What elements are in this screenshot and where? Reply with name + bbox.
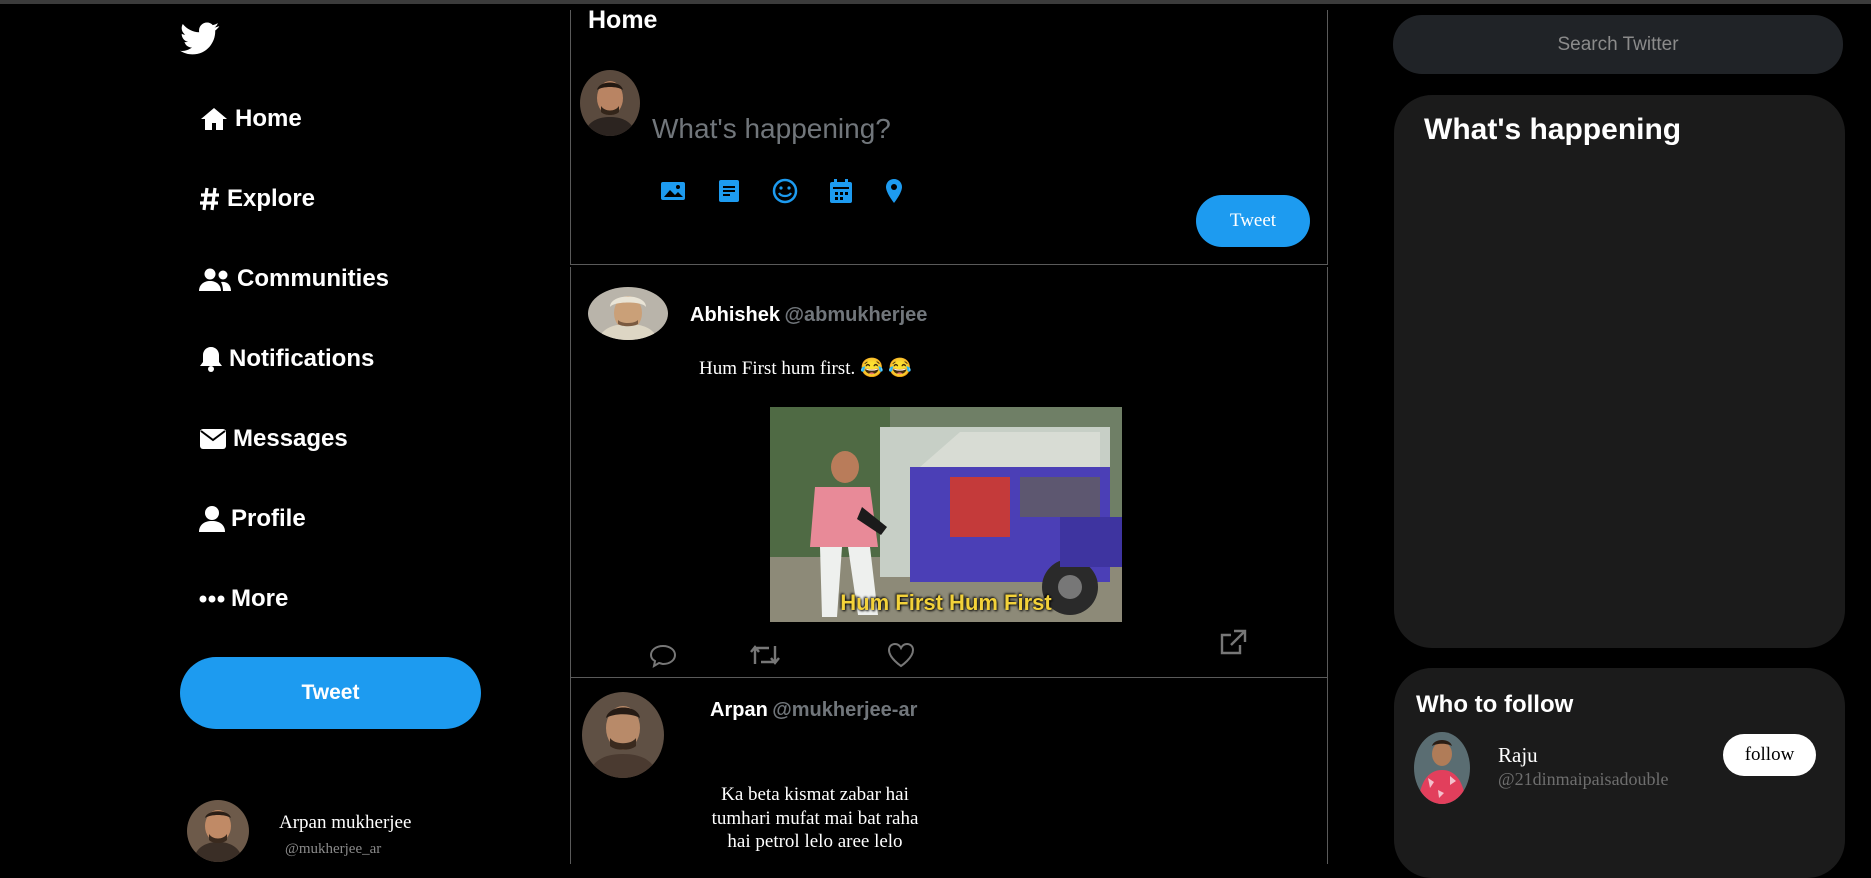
nav-profile[interactable]: Profile <box>199 497 306 541</box>
nav-more[interactable]: More <box>199 577 288 621</box>
schedule-icon[interactable] <box>827 177 855 205</box>
trends-panel <box>1394 95 1845 648</box>
follow-suggestion-avatar[interactable] <box>1414 732 1470 804</box>
post-author-name[interactable]: Abhishek <box>690 304 780 326</box>
twitter-bird-icon[interactable] <box>180 22 220 58</box>
retweet-icon[interactable] <box>748 640 780 670</box>
users-icon <box>199 268 231 291</box>
compose-input[interactable] <box>650 108 1254 150</box>
composer-avatar[interactable] <box>580 70 640 136</box>
emoji-icon[interactable] <box>771 177 799 205</box>
search-input[interactable] <box>1393 15 1843 74</box>
nav-explore[interactable]: Explore <box>199 177 315 221</box>
follow-suggestion-handle: @21dinmaipaisadouble <box>1498 769 1669 789</box>
nav-label: More <box>231 585 289 612</box>
post-header: Arpan @mukherjee-ar <box>710 699 917 722</box>
follow-suggestion-name[interactable]: Raju <box>1498 743 1538 768</box>
account-name: Arpan mukherjee <box>279 812 412 833</box>
post-header: Abhishek @abmukherjee <box>690 304 927 327</box>
image-icon[interactable] <box>659 177 687 205</box>
media-caption: Hum First Hum First <box>840 590 1052 615</box>
nav-label: Messages <box>233 425 348 452</box>
post-author-name[interactable]: Arpan <box>710 699 768 721</box>
user-icon <box>199 506 225 532</box>
ellipsis-icon <box>199 595 225 603</box>
location-icon[interactable] <box>880 177 908 205</box>
nav-label: Explore <box>227 185 316 212</box>
nav-messages[interactable]: Messages <box>199 417 348 461</box>
post-text: Ka beta kismat zabar hai tumhari mufat m… <box>711 784 919 852</box>
compose-tweet-button[interactable]: Tweet <box>1196 195 1310 247</box>
who-to-follow-title: Who to follow <box>1416 691 1574 718</box>
nav-label: Profile <box>231 505 306 532</box>
nav-communities[interactable]: Communities <box>199 257 389 301</box>
reply-icon[interactable] <box>648 640 678 670</box>
share-icon[interactable] <box>1218 628 1248 658</box>
envelope-icon <box>200 429 226 449</box>
like-icon[interactable] <box>886 640 916 670</box>
account-avatar[interactable] <box>187 800 249 862</box>
gif-icon[interactable] <box>715 177 743 205</box>
post-media-image[interactable]: Hum First Hum First <box>770 407 1122 622</box>
account-handle: @mukherjee_ar <box>285 841 382 857</box>
post-text: Hum First hum first. 😂 😂 <box>699 358 913 379</box>
nav-home[interactable]: Home <box>199 97 302 141</box>
hashtag-icon <box>200 187 219 211</box>
sidebar-tweet-button[interactable]: Tweet <box>180 657 481 729</box>
window-top-border <box>0 0 1871 4</box>
nav-label: Notifications <box>229 345 375 372</box>
post-author-handle[interactable]: @abmukherjee <box>784 304 927 326</box>
trends-title: What's happening <box>1424 113 1682 146</box>
tweet-card[interactable] <box>570 678 1328 864</box>
nav-notifications[interactable]: Notifications <box>199 337 374 381</box>
post-avatar[interactable] <box>582 692 664 778</box>
nav-label: Communities <box>237 265 390 292</box>
nav-label: Home <box>235 105 302 132</box>
home-icon <box>201 108 227 130</box>
post-avatar[interactable] <box>588 287 668 340</box>
bell-icon <box>200 347 222 372</box>
page-title: Home <box>588 6 658 34</box>
post-author-handle[interactable]: @mukherjee-ar <box>772 699 917 721</box>
follow-button[interactable]: follow <box>1723 734 1816 776</box>
